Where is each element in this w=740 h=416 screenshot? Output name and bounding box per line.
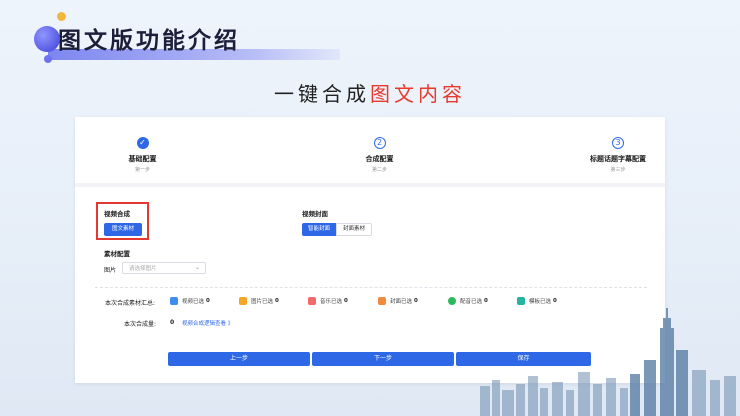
summary-template-text: 模板已选 bbox=[529, 299, 552, 305]
summary-video-text: 视频已选 bbox=[182, 299, 205, 305]
slide-title: 图文版功能介绍 bbox=[58, 28, 240, 54]
video-compose-label: 视频合成 bbox=[104, 210, 130, 218]
steps-divider bbox=[75, 183, 665, 187]
summary-video: 视频已选 0 bbox=[170, 297, 210, 307]
microphone-icon bbox=[448, 297, 456, 305]
subtitle-highlight: 图文内容 bbox=[370, 82, 466, 106]
step-indicator: ✓ 基础配置 第一步 2 合成配置 第二步 3 标题话题字幕配置 第三步 bbox=[75, 117, 665, 187]
cover-icon bbox=[378, 297, 386, 305]
decor-ball-blue bbox=[34, 26, 60, 52]
video-icon bbox=[170, 297, 178, 305]
step-1[interactable]: ✓ 基础配置 第一步 bbox=[115, 137, 170, 173]
step-2-number: 2 bbox=[373, 137, 386, 149]
summary-image-count: 0 bbox=[275, 298, 279, 304]
summary-cover-text: 封面已选 bbox=[390, 299, 413, 305]
chevron-down-icon: ⌄ bbox=[194, 264, 200, 271]
summary-template: 模板已选 0 bbox=[517, 297, 557, 307]
summary-voice: 配音已选 0 bbox=[448, 297, 488, 307]
step-3-number: 3 bbox=[612, 137, 624, 149]
step-2[interactable]: 2 合成配置 第二步 bbox=[352, 137, 407, 173]
cover-material-option[interactable]: 封面素材 bbox=[336, 223, 372, 236]
step-3-sub: 第三步 bbox=[610, 167, 626, 173]
music-icon bbox=[308, 297, 316, 305]
summary-template-count: 0 bbox=[553, 298, 557, 304]
slide-subtitle: 一键合成图文内容 bbox=[0, 78, 740, 107]
step-2-sub: 第二步 bbox=[371, 167, 387, 173]
section-divider bbox=[95, 287, 647, 288]
summary-image: 图片已选 0 bbox=[239, 297, 279, 307]
summary-video-count: 0 bbox=[206, 298, 210, 304]
decor-dot-small bbox=[44, 55, 52, 63]
summary-cover-count: 0 bbox=[414, 298, 418, 304]
compose-count-label: 本次合成量: bbox=[124, 321, 157, 328]
compose-logic-link[interactable]: 视频合成逻辑查看 》 bbox=[182, 319, 233, 327]
step-3[interactable]: 3 标题话题字幕配置 第三步 bbox=[583, 137, 653, 173]
material-config-label: 素材配置 bbox=[104, 250, 130, 258]
config-panel: ✓ 基础配置 第一步 2 合成配置 第二步 3 标题话题字幕配置 第三步 bbox=[75, 117, 665, 383]
step-2-name: 合成配置 bbox=[365, 155, 394, 163]
step-1-name: 基础配置 bbox=[128, 155, 157, 163]
image-select-placeholder: 请选择图片 bbox=[129, 266, 157, 272]
check-icon: ✓ bbox=[136, 137, 149, 149]
summary-music: 音乐已选 0 bbox=[308, 297, 348, 307]
summary-cover: 封面已选 0 bbox=[378, 297, 418, 307]
image-select[interactable]: 请选择图片 ⌄ bbox=[122, 262, 206, 274]
step-3-name: 标题话题字幕配置 bbox=[590, 155, 646, 163]
summary-image-text: 图片已选 bbox=[251, 299, 274, 305]
summary-voice-text: 配音已选 bbox=[460, 299, 483, 305]
summary-label: 本次合成素材汇总: bbox=[105, 300, 156, 307]
subtitle-plain: 一键合成 bbox=[274, 82, 370, 106]
compose-count-value: 0 bbox=[170, 319, 175, 326]
prev-step-button[interactable]: 上一步 bbox=[168, 352, 310, 366]
image-label: 图片 bbox=[104, 267, 117, 274]
summary-music-text: 音乐已选 bbox=[320, 299, 343, 305]
next-step-button[interactable]: 下一步 bbox=[312, 352, 454, 366]
decor-dot-yellow bbox=[57, 12, 66, 21]
video-cover-label: 视频封面 bbox=[302, 210, 328, 218]
image-icon bbox=[239, 297, 247, 305]
summary-voice-count: 0 bbox=[484, 298, 488, 304]
save-button[interactable]: 保存 bbox=[456, 352, 591, 366]
template-icon bbox=[517, 297, 525, 305]
smart-cover-option[interactable]: 智能封面 bbox=[302, 223, 336, 236]
step-1-sub: 第一步 bbox=[134, 167, 150, 173]
summary-music-count: 0 bbox=[344, 298, 348, 304]
image-material-button[interactable]: 图文素材 bbox=[104, 223, 142, 236]
